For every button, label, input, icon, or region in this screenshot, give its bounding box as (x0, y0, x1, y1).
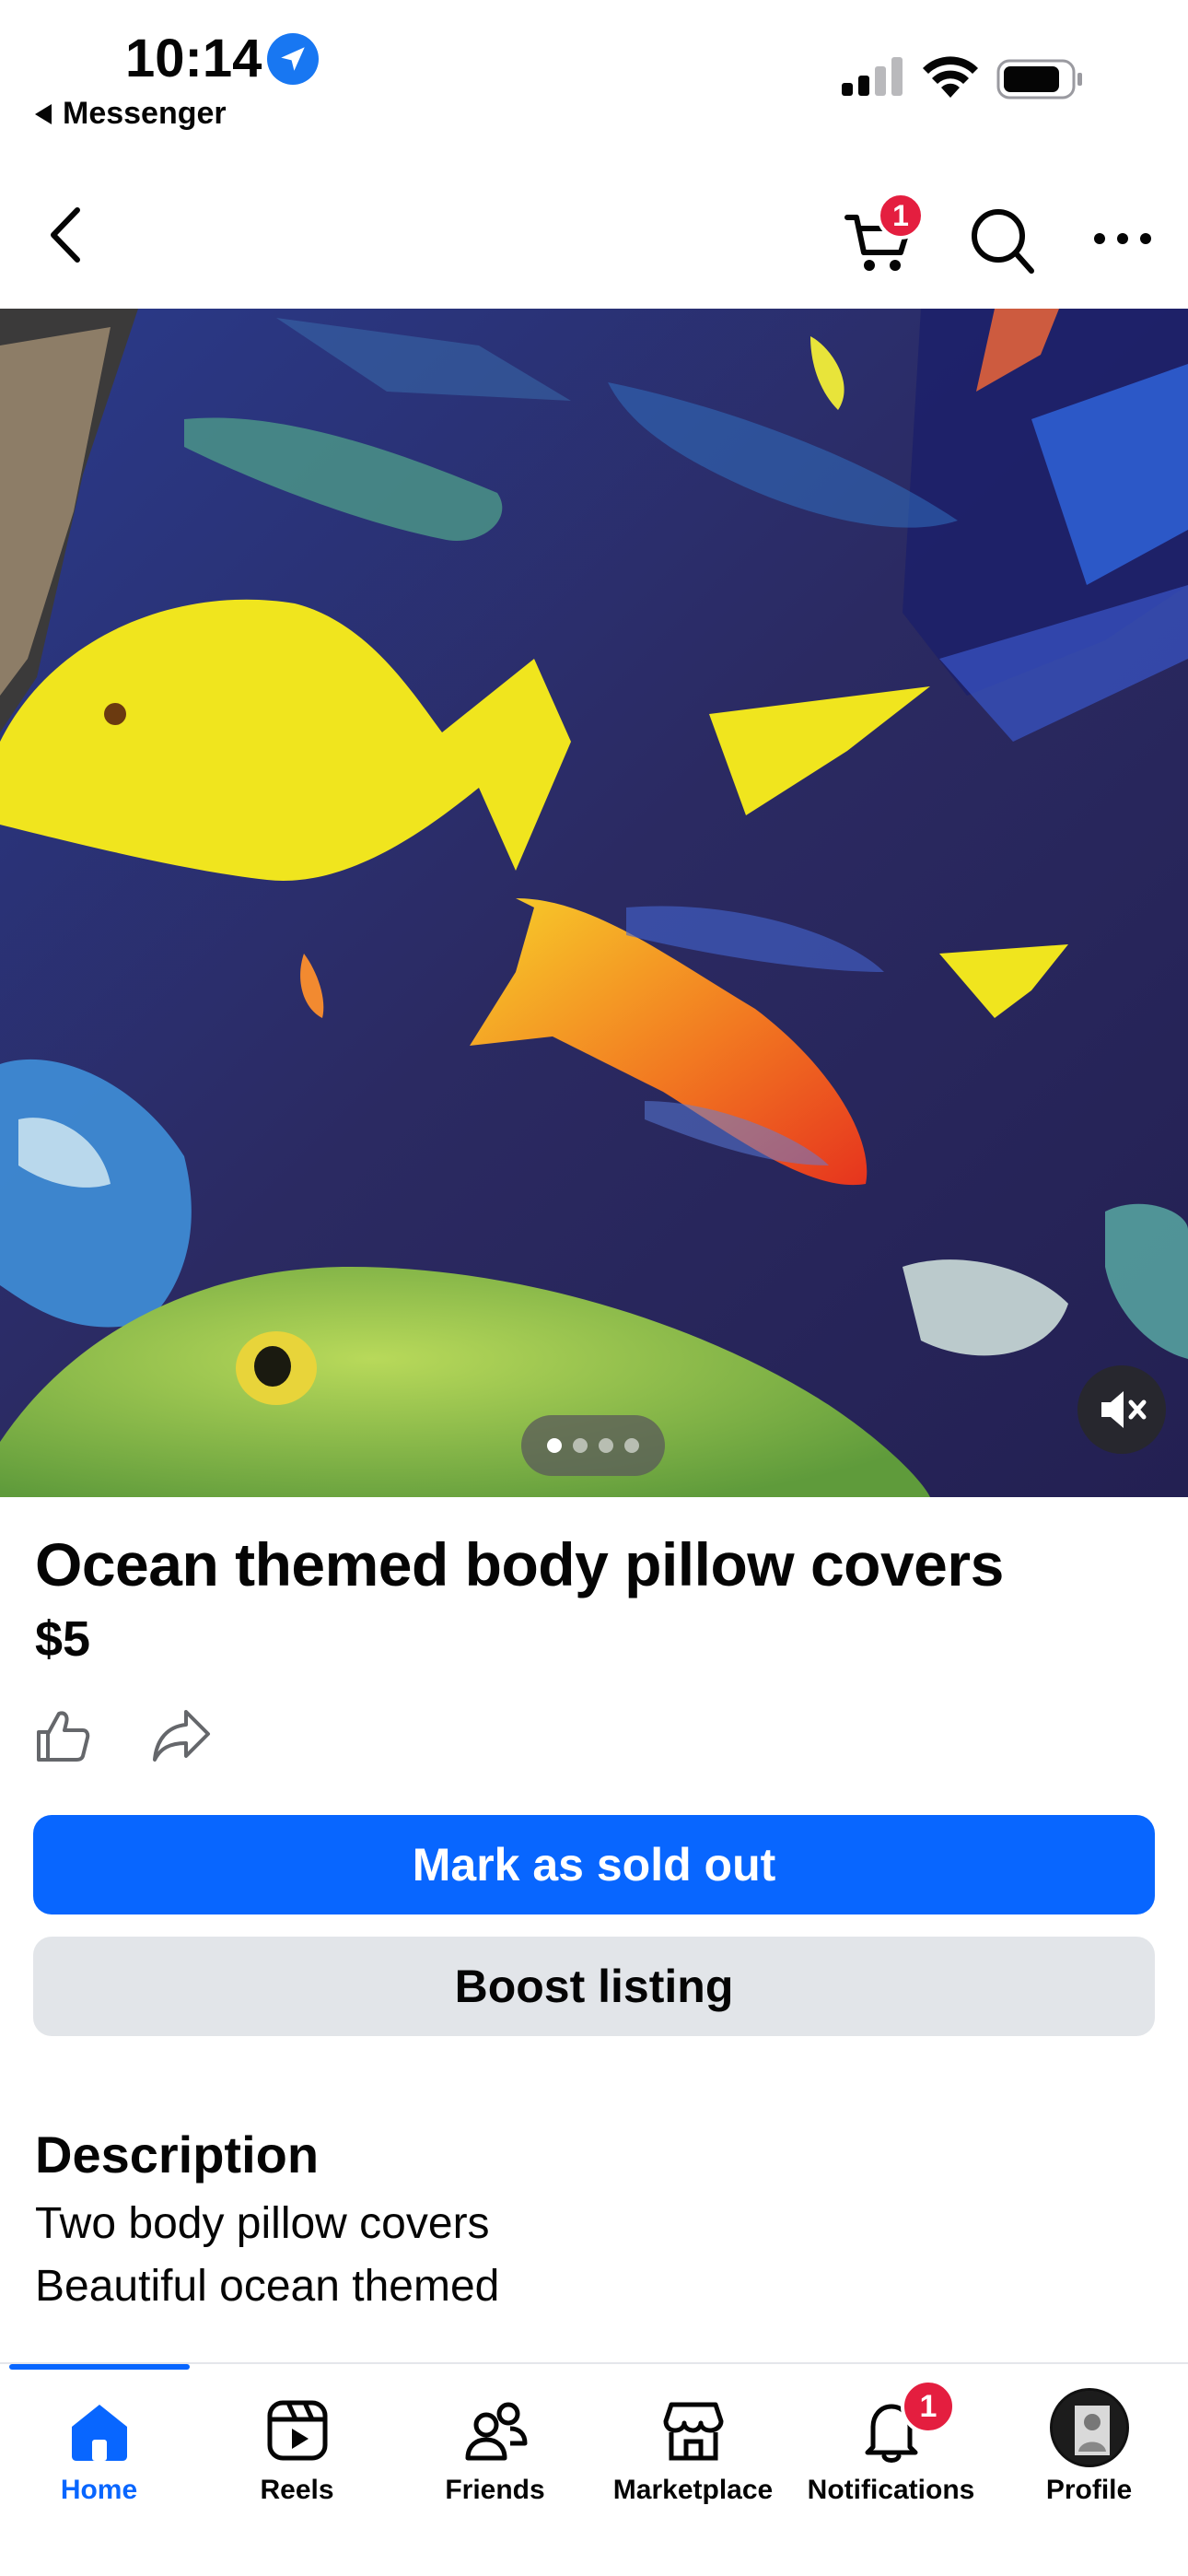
tab-label: Marketplace (612, 2475, 774, 2505)
back-to-app-link[interactable]: Messenger (35, 96, 227, 132)
status-time: 10:14 (125, 29, 262, 88)
marketplace-icon (663, 2402, 723, 2461)
back-triangle-icon (35, 103, 52, 124)
cart-badge: 1 (877, 192, 925, 240)
app-header: 1 (0, 175, 1188, 304)
tab-label: Reels (260, 2475, 334, 2505)
tab-marketplace[interactable]: Marketplace (594, 2364, 792, 2576)
location-arrow-icon (267, 33, 319, 85)
mute-button[interactable] (1077, 1365, 1166, 1454)
thumbs-up-icon[interactable] (33, 1706, 92, 1765)
cellular-signal-icon (842, 57, 903, 96)
tab-friends[interactable]: Friends (396, 2364, 594, 2576)
speaker-muted-icon (1101, 1391, 1147, 1428)
reels-icon (267, 2400, 327, 2461)
pager-dot (547, 1438, 562, 1453)
tab-label: Profile (1045, 2475, 1133, 2505)
back-chevron-icon[interactable] (41, 203, 92, 267)
listing-price: $5 (35, 1611, 91, 1667)
mark-sold-out-button[interactable]: Mark as sold out (33, 1815, 1155, 1914)
marketplace-listing-screen: 10:14 Messenger 1 Ocean themed body pill… (0, 0, 1188, 2576)
ocean-fabric-photo (0, 309, 1188, 1497)
avatar (1049, 2388, 1129, 2467)
notification-badge: 1 (901, 2379, 956, 2434)
boost-listing-button[interactable]: Boost listing (33, 1937, 1155, 2036)
tab-label: Notifications (807, 2475, 975, 2505)
description-line: Two body pillow covers (35, 2199, 490, 2248)
tab-label: Home (60, 2475, 138, 2505)
tab-notifications[interactable]: 1 Notifications (792, 2364, 990, 2576)
pager-dot (599, 1438, 613, 1453)
more-icon[interactable] (1092, 225, 1153, 252)
status-bar: 10:14 Messenger (0, 0, 1188, 147)
listing-title: Ocean themed body pillow covers (35, 1530, 1004, 1598)
description-heading: Description (35, 2125, 320, 2184)
tab-reels[interactable]: Reels (198, 2364, 396, 2576)
bottom-tab-bar: Home Reels Friends Marketplace 1 Notific… (0, 2362, 1188, 2576)
share-arrow-icon[interactable] (151, 1706, 212, 1765)
friends-icon (465, 2402, 527, 2461)
search-icon[interactable] (967, 203, 1037, 276)
pager-dot (573, 1438, 588, 1453)
tab-home[interactable]: Home (0, 2364, 198, 2576)
photo-pager[interactable] (521, 1415, 665, 1476)
listing-photo[interactable] (0, 309, 1188, 1497)
battery-icon (996, 59, 1082, 100)
tab-label: Friends (445, 2475, 545, 2505)
pager-dot (624, 1438, 639, 1453)
profile-photo (1052, 2391, 1126, 2465)
back-app-label: Messenger (63, 96, 227, 131)
home-icon (71, 2405, 127, 2461)
tab-profile[interactable]: Profile (990, 2364, 1188, 2576)
description-line: Beautiful ocean themed (35, 2262, 500, 2311)
wifi-icon (923, 56, 978, 98)
